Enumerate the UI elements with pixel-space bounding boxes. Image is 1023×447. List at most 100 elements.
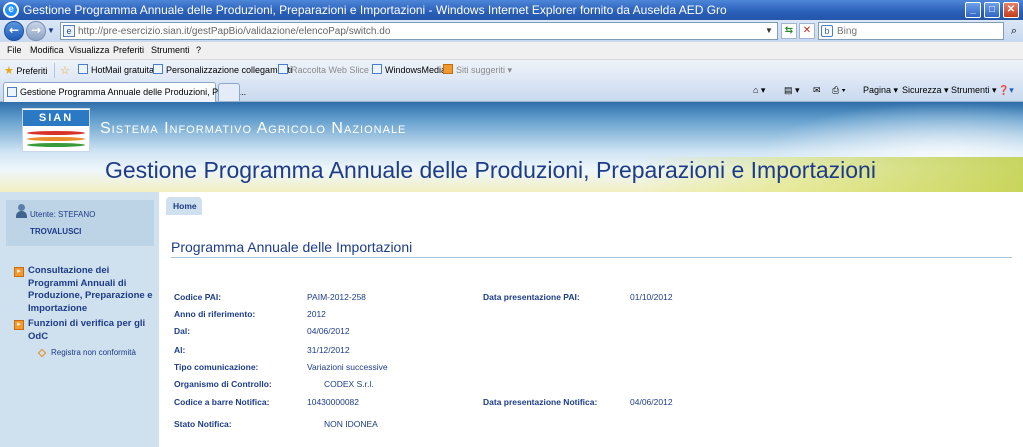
- label-stato-notifica: Stato Notifica:: [174, 419, 232, 429]
- submenu-registra-non-conformita[interactable]: Registra non conformità: [51, 348, 136, 357]
- label-codice-barre: Codice a barre Notifica:: [174, 397, 270, 407]
- menu-funzioni-verifica[interactable]: Funzioni di verifica per gli OdC: [28, 318, 154, 343]
- breadcrumb-home[interactable]: Home: [166, 197, 202, 215]
- page-icon: e: [63, 25, 75, 37]
- value-tipo-comunicazione: Variazioni successive: [307, 362, 388, 372]
- diamond-bullet-icon: [37, 348, 47, 358]
- value-anno: 2012: [307, 309, 326, 319]
- value-organismo: CODEX S.r.l.: [324, 379, 374, 389]
- compat-view-icon[interactable]: ⇆: [781, 23, 797, 39]
- menu-help[interactable]: ?: [196, 45, 201, 55]
- menu-pagina[interactable]: Pagina ▾: [863, 85, 898, 96]
- favorites-bar: ★ Preferiti ☆ HotMail gratuita Personali…: [0, 60, 1023, 81]
- user-label: Utente: STEFANO: [30, 210, 96, 219]
- value-codice-barre: 10430000082: [307, 397, 360, 407]
- fav-personalizzazione[interactable]: Personalizzazione collegamenti: [153, 64, 292, 75]
- print-icon[interactable]: ⎙ ▾: [832, 85, 845, 96]
- close-button[interactable]: ✕: [1003, 2, 1019, 18]
- mail-icon[interactable]: ✉: [813, 85, 821, 96]
- ie-logo-icon: e: [3, 2, 19, 18]
- value-data-presentazione-notifica: 04/06/2012: [630, 397, 673, 407]
- logo-wave-icon: [27, 131, 85, 135]
- user-icon: [16, 204, 27, 218]
- stop-icon[interactable]: ✕: [799, 23, 815, 39]
- arrow-icon: ▸: [14, 267, 24, 277]
- search-input[interactable]: [837, 24, 997, 38]
- divider: [171, 257, 1012, 258]
- bing-icon: b: [821, 25, 833, 37]
- fav-hotmail[interactable]: HotMail gratuita: [78, 64, 154, 75]
- logo-wave-icon: [27, 143, 85, 147]
- ie-page-icon: [78, 64, 88, 74]
- menu-consultazione[interactable]: Consultazione dei Programmi Annuali di P…: [28, 265, 154, 315]
- label-dal: Dal:: [174, 326, 191, 336]
- label-organismo: Organismo di Controllo:: [174, 379, 272, 389]
- history-dropdown-icon[interactable]: ▼: [47, 26, 55, 35]
- url-dropdown-icon[interactable]: ▼: [762, 24, 776, 38]
- feeds-icon[interactable]: ▤ ▾: [784, 85, 800, 96]
- label-anno: Anno di riferimento:: [174, 309, 256, 319]
- menu-strumenti-tab[interactable]: Strumenti ▾: [951, 85, 997, 96]
- window-titlebar: e Gestione Programma Annuale delle Produ…: [0, 0, 1023, 20]
- label-data-presentazione-notifica: Data presentazione Notifica:: [483, 397, 598, 407]
- header-banner: SIAN Sistema Informativo Agricolo Nazion…: [0, 102, 1023, 192]
- value-dal: 04/06/2012: [307, 326, 350, 336]
- page-content: SIAN Sistema Informativo Agricolo Nazion…: [0, 102, 1023, 447]
- system-name: Sistema Informativo Agricolo Nazionale: [100, 120, 407, 137]
- user-box: Utente: STEFANO TROVALUSCI: [6, 200, 154, 246]
- label-tipo-comunicazione: Tipo comunicazione:: [174, 362, 259, 372]
- label-codice-pai: Codice PAI:: [174, 292, 222, 302]
- forward-button[interactable]: →: [26, 21, 46, 41]
- address-bar: ← → ▼ e ▼ ⇆ ✕ b ⌕: [0, 20, 1023, 42]
- new-tab-button[interactable]: [218, 83, 240, 101]
- logo-text: SIAN: [23, 110, 89, 126]
- menu-visualizza[interactable]: Visualizza: [69, 45, 109, 55]
- page-title: Programma Annuale delle Importazioni: [171, 239, 413, 255]
- value-stato-notifica: NON IDONEA: [324, 419, 378, 429]
- home-label: Home: [173, 201, 197, 211]
- app-title: Gestione Programma Annuale delle Produzi…: [105, 157, 876, 183]
- label-data-presentazione-pai: Data presentazione PAI:: [483, 292, 580, 302]
- fav-web-slice[interactable]: Raccolta Web Slice ▾: [278, 64, 376, 76]
- back-button[interactable]: ←: [4, 21, 24, 41]
- user-name: TROVALUSCI: [30, 227, 82, 236]
- menu-preferiti[interactable]: Preferiti: [113, 45, 144, 55]
- logo-wave-icon: [27, 137, 85, 141]
- label-al: Al:: [174, 345, 186, 355]
- minimize-button[interactable]: _: [965, 2, 981, 18]
- menu-strumenti[interactable]: Strumenti: [151, 45, 190, 55]
- sidebar: Utente: STEFANO TROVALUSCI ▸ Consultazio…: [0, 192, 159, 447]
- value-al: 31/12/2012: [307, 345, 350, 355]
- help-icon[interactable]: ❓▾: [998, 85, 1014, 96]
- tab-active[interactable]: Gestione Programma Annuale delle Produzi…: [3, 82, 246, 102]
- maximize-button[interactable]: □: [984, 2, 1000, 18]
- favorites-button[interactable]: ★ Preferiti: [4, 64, 47, 77]
- url-box[interactable]: e ▼: [60, 22, 778, 40]
- ie-page-icon: [278, 64, 288, 74]
- ie-page-icon: [153, 64, 163, 74]
- value-codice-pai: PAIM-2012-258: [307, 292, 366, 302]
- search-icon[interactable]: ⌕: [1007, 23, 1021, 39]
- star-icon: ★: [4, 65, 14, 77]
- ie-page-icon: [7, 87, 17, 97]
- add-favorite-icon[interactable]: ☆: [60, 64, 70, 77]
- arrow-icon: ▸: [14, 320, 24, 330]
- sian-logo[interactable]: SIAN: [22, 108, 90, 152]
- url-input[interactable]: [78, 24, 758, 38]
- ie-page-icon: [372, 64, 382, 74]
- menu-sicurezza[interactable]: Sicurezza ▾: [902, 85, 949, 96]
- value-data-presentazione-pai: 01/10/2012: [630, 292, 673, 302]
- divider: [54, 63, 55, 78]
- search-box[interactable]: b: [818, 22, 1004, 40]
- fav-windowsmedia[interactable]: WindowsMedia: [372, 64, 446, 75]
- home-icon[interactable]: ⌂ ▾: [753, 85, 765, 96]
- menu-file[interactable]: File: [7, 45, 22, 55]
- tab-label: Gestione Programma Annuale delle Produzi…: [20, 87, 247, 97]
- banner-sky: [760, 102, 1023, 157]
- fav-siti-suggeriti[interactable]: Siti suggeriti ▾: [443, 64, 512, 76]
- window-title: Gestione Programma Annuale delle Produzi…: [23, 3, 727, 17]
- suggested-sites-icon: [443, 64, 453, 74]
- menu-modifica[interactable]: Modifica: [30, 45, 64, 55]
- tab-bar: Gestione Programma Annuale delle Produzi…: [0, 81, 1023, 102]
- menu-bar: File Modifica Visualizza Preferiti Strum…: [0, 42, 1023, 60]
